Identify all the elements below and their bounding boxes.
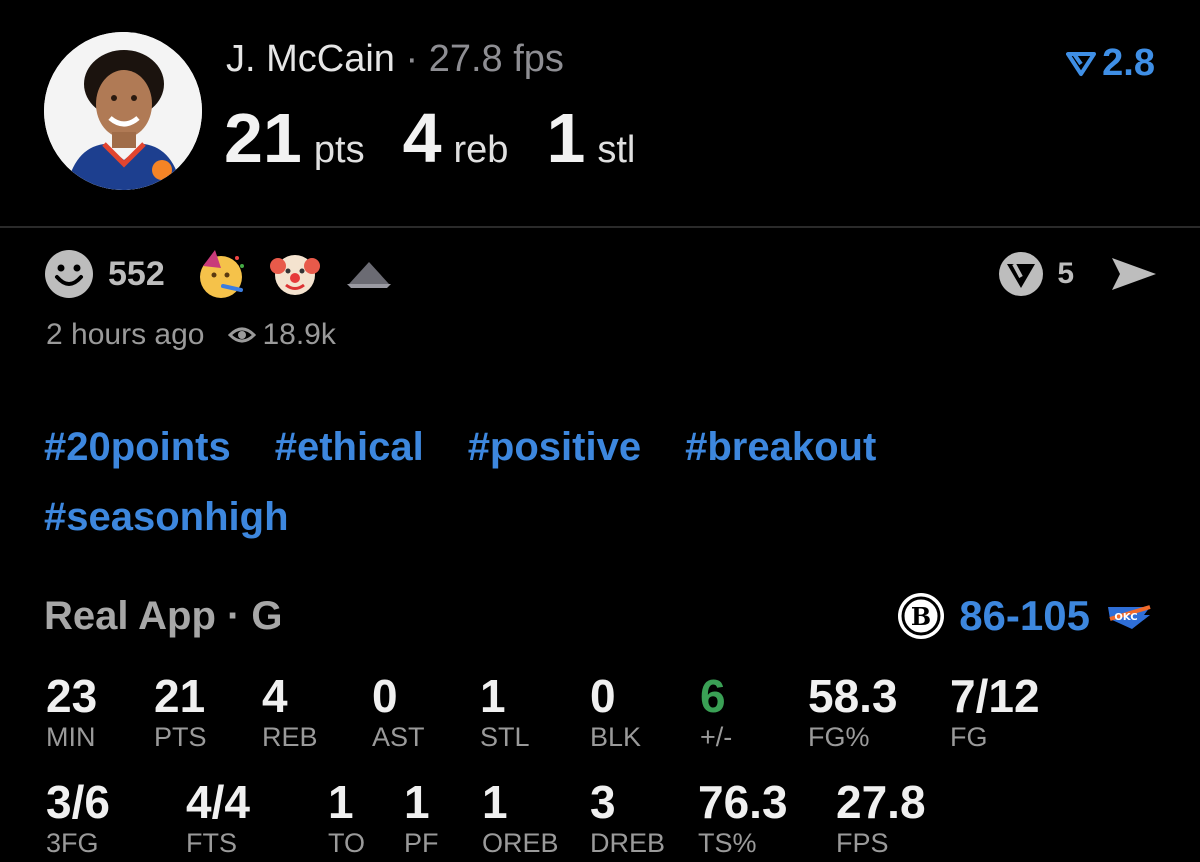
stat-value: 0 <box>590 670 616 722</box>
stat-value: 3 <box>590 776 616 828</box>
stat-label: FG <box>950 722 988 752</box>
fps-text: 27.8 fps <box>428 38 564 80</box>
stat-blk: 0 BLK <box>590 670 641 752</box>
hashtag[interactable]: #breakout <box>685 425 876 469</box>
stat-label: FPS <box>836 828 889 858</box>
share-count: 5 <box>1057 257 1074 290</box>
player-photo <box>44 32 202 190</box>
steals-value: 1 <box>546 99 586 177</box>
stat-fg-pct: 58.3 FG% <box>808 670 898 752</box>
svg-text:OKC: OKC <box>1114 612 1137 623</box>
stat-label: PF <box>404 828 439 858</box>
score-text: 86-105 <box>959 592 1090 640</box>
name-separator: · <box>394 38 429 80</box>
stat-label: PTS <box>154 722 207 752</box>
stat-value: 4/4 <box>186 776 250 828</box>
post-meta: 2 hours ago 18.9k <box>46 318 336 352</box>
stat-label: FG% <box>808 722 870 752</box>
stat-3fg: 3/6 3FG <box>46 776 110 858</box>
stat-label: STL <box>480 722 530 752</box>
stat-plus-minus: 6 +/- <box>700 670 732 752</box>
steals-unit: stl <box>597 129 636 171</box>
reaction-bar: 552 <box>44 248 417 300</box>
post-actions: 5 <box>997 250 1158 298</box>
stat-reb: 4 REB <box>262 670 318 752</box>
home-score: 105 <box>1019 592 1090 639</box>
time-ago: 2 hours ago <box>46 318 205 351</box>
stat-pf: 1 PF <box>404 776 439 858</box>
stat-value: 1 <box>404 776 430 828</box>
stat-fps: 27.8 FPS <box>836 776 926 858</box>
stat-value: 27.8 <box>836 776 926 828</box>
stat-value: 1 <box>482 776 508 828</box>
stat-stl: 1 STL <box>480 670 530 752</box>
stat-label: REB <box>262 722 318 752</box>
game-score[interactable]: B 86-105 OKC <box>897 592 1154 640</box>
stat-value: 21 <box>154 670 206 722</box>
stat-label: BLK <box>590 722 642 752</box>
send-arrow-icon[interactable] <box>1110 254 1158 294</box>
okc-logo-icon: OKC <box>1108 605 1151 629</box>
score-dash: - <box>1005 592 1020 639</box>
rating-chevron-icon <box>1066 51 1097 76</box>
stat-value: 76.3 <box>698 776 788 828</box>
stat-label: +/- <box>700 722 733 752</box>
rebounds-value: 4 <box>402 99 442 177</box>
stat-fts: 4/4 FTS <box>186 776 250 858</box>
triangle-badge-icon[interactable] <box>997 250 1045 298</box>
game-source[interactable]: Real App · G <box>44 594 283 639</box>
headline-stats: 21 pts 4 reb 1 stl <box>224 98 673 178</box>
stat-ts-pct: 76.3 TS% <box>698 776 788 858</box>
player-avatar[interactable] <box>44 32 202 190</box>
eye-icon <box>228 327 257 343</box>
stat-label: MIN <box>46 722 96 752</box>
header-divider <box>0 226 1200 228</box>
views-value: 18.9k <box>262 318 336 351</box>
smiley-icon[interactable] <box>44 249 94 299</box>
party-face-icon[interactable] <box>195 248 247 300</box>
hashtag[interactable]: #ethical <box>275 425 424 469</box>
rebounds-unit: reb <box>453 129 509 171</box>
reaction-count[interactable]: 552 <box>108 255 165 294</box>
stat-value: 0 <box>372 670 398 722</box>
stat-to: 1 TO <box>328 776 365 858</box>
clown-face-icon[interactable] <box>269 248 321 300</box>
stat-ast: 0 AST <box>372 670 425 752</box>
svg-text:B: B <box>911 602 931 631</box>
stat-value: 23 <box>46 670 98 722</box>
stat-label: OREB <box>482 828 559 858</box>
stat-label: AST <box>372 722 425 752</box>
stat-label: TO <box>328 828 366 858</box>
rating-value: 2.8 <box>1102 42 1155 84</box>
stat-min: 23 MIN <box>46 670 97 752</box>
stat-value: 7/12 <box>950 670 1040 722</box>
stat-label: DREB <box>590 828 666 858</box>
hashtag[interactable]: #positive <box>468 425 641 469</box>
view-count: 18.9k <box>228 318 336 352</box>
stat-pts: 21 PTS <box>154 670 207 752</box>
hashtag[interactable]: #seasonhigh <box>44 495 289 539</box>
stat-fg: 7/12 FG <box>950 670 1040 752</box>
hat-icon[interactable] <box>343 248 395 300</box>
nets-logo-icon: B <box>898 593 945 639</box>
stat-label: TS% <box>698 828 757 858</box>
player-name[interactable]: J. McCain <box>226 38 395 80</box>
hashtag-list: #20points #ethical #positive #breakout #seas… <box>44 412 1154 552</box>
stat-value: 6 <box>700 670 726 722</box>
stat-value: 4 <box>262 670 288 722</box>
stat-value: 58.3 <box>808 670 898 722</box>
points-unit: pts <box>313 129 365 171</box>
stat-oreb: 1 OREB <box>482 776 559 858</box>
stat-label: FTS <box>186 828 237 858</box>
stat-dreb: 3 DREB <box>590 776 665 858</box>
stat-label: 3FG <box>46 828 99 858</box>
player-name-line: J. McCain · 27.8 fps <box>226 38 564 81</box>
stat-value: 1 <box>328 776 354 828</box>
rating[interactable]: 2.8 <box>1066 42 1155 85</box>
stat-value: 1 <box>480 670 506 722</box>
hashtag[interactable]: #20points <box>44 425 231 469</box>
away-score: 86 <box>959 592 1006 639</box>
points-value: 21 <box>224 99 302 177</box>
stat-value: 3/6 <box>46 776 110 828</box>
